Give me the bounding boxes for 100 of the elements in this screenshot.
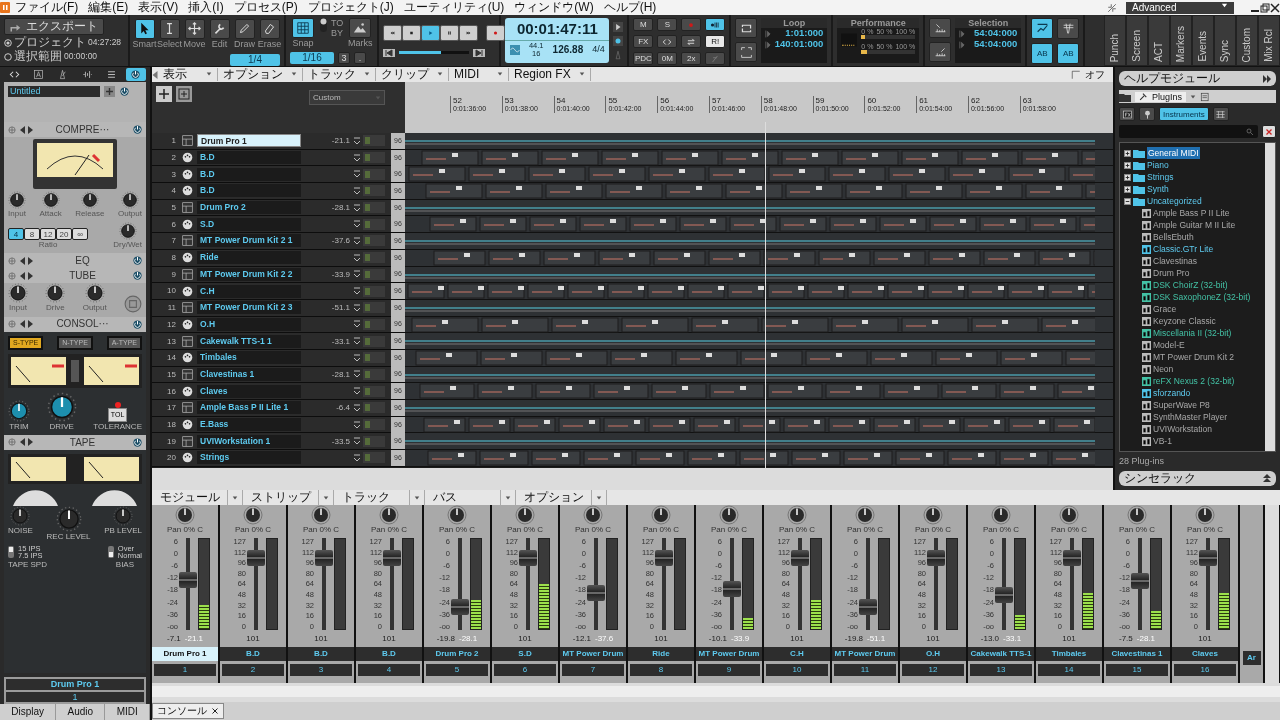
plugin-item[interactable]: Clavestinas	[1153, 255, 1197, 268]
ab-button[interactable]: AB	[1057, 43, 1080, 64]
pan-knob[interactable]	[311, 505, 331, 525]
pan-readout[interactable]: Pan 0% C	[915, 525, 951, 535]
expand-icon[interactable]	[354, 337, 360, 346]
ratio-button[interactable]: 4	[8, 228, 24, 241]
expand-icon[interactable]	[354, 403, 360, 412]
pan-readout[interactable]: Pan 0% C	[507, 525, 543, 535]
filter-button[interactable]	[1119, 107, 1135, 122]
track-name-field[interactable]: UVIWorkstation 1	[197, 434, 301, 448]
previous-icon[interactable]	[20, 125, 25, 134]
volume-readout[interactable]: -33.5	[301, 436, 354, 446]
strip-name[interactable]: S.D	[492, 647, 558, 662]
toggle-switch[interactable]	[8, 546, 14, 559]
strip-name[interactable]: C.H	[764, 647, 830, 662]
selection-start-button[interactable]	[929, 18, 952, 38]
resolution-dropdown[interactable]: 1/4	[230, 54, 280, 66]
strip-name[interactable]: Timbales	[1036, 647, 1102, 662]
pan-readout[interactable]: Pan 0% C	[1187, 525, 1223, 535]
selection-end-button[interactable]	[929, 42, 952, 62]
plugin-item[interactable]: VB-1	[1153, 435, 1172, 448]
expand-icon[interactable]	[1124, 149, 1131, 157]
dotted-button[interactable]: .	[354, 52, 366, 65]
power-icon[interactable]	[132, 124, 143, 135]
volume-readout[interactable]: 101	[790, 634, 804, 644]
volume-readout[interactable]: -19.8	[436, 634, 455, 644]
strip-name[interactable]: MT Power Drum	[696, 647, 762, 662]
volume-readout[interactable]: 101	[1062, 634, 1076, 644]
loop-button[interactable]	[735, 18, 758, 38]
search-field[interactable]	[1119, 125, 1258, 139]
play-icon[interactable]	[613, 21, 624, 32]
track-name-field[interactable]: MT Power Drum Kit 2 3	[197, 301, 301, 315]
folder-icon[interactable]	[1119, 91, 1131, 102]
folder-item[interactable]: Strings	[1147, 171, 1174, 184]
export-button[interactable]: エクスポート	[4, 18, 104, 35]
knob[interactable]	[8, 283, 28, 304]
add-track-icon[interactable]	[156, 86, 172, 102]
knob[interactable]	[118, 222, 137, 241]
menu-item[interactable]: 挿入(I)	[183, 0, 229, 15]
add-icon[interactable]	[104, 86, 115, 97]
browser-tab[interactable]: PlugIns	[1135, 91, 1187, 102]
pan-knob[interactable]	[175, 505, 195, 525]
menu-item[interactable]: プロジェクト(J)	[302, 0, 399, 15]
filter-button[interactable]	[1139, 107, 1155, 122]
knob[interactable]	[120, 191, 139, 209]
go-to-end-icon[interactable]	[473, 48, 486, 57]
power-icon[interactable]	[132, 270, 143, 282]
folder-item[interactable]: Piano	[1147, 159, 1169, 172]
power-icon[interactable]	[119, 86, 130, 97]
fader-handle[interactable]	[247, 549, 265, 566]
track-name-field[interactable]: S.D	[197, 217, 301, 231]
track-name[interactable]: Drum Pro 1	[6, 679, 144, 690]
volume-readout[interactable]: -33.9	[301, 269, 354, 279]
pan-knob[interactable]	[787, 505, 807, 525]
volume-readout[interactable]: -6.4	[301, 403, 354, 413]
snap-edit-button[interactable]	[1031, 18, 1054, 39]
plugin-item[interactable]: Ample Guitar M II Lite	[1153, 219, 1236, 232]
menu-dropdown[interactable]: オプション	[218, 67, 303, 82]
expand-icon[interactable]	[354, 136, 360, 145]
module-tab[interactable]: ACT	[1148, 15, 1170, 66]
module-tab[interactable]: Screen	[1126, 15, 1148, 66]
volume-readout[interactable]: 101	[1198, 634, 1212, 644]
pan-readout[interactable]: Pan 0% C	[779, 525, 815, 535]
plugin-item[interactable]: reFX Nexus 2 (32-bit)	[1153, 375, 1235, 388]
pan-readout[interactable]: Pan 0% C	[1051, 525, 1087, 535]
next-icon[interactable]	[28, 438, 33, 447]
volume-readout[interactable]: -19.8	[844, 634, 863, 644]
restore-icon[interactable]	[1260, 2, 1270, 13]
volume-readout[interactable]: 101	[654, 634, 668, 644]
fader-handle[interactable]	[995, 587, 1013, 604]
position-slider[interactable]	[399, 51, 470, 54]
expand-icon[interactable]	[354, 437, 360, 446]
pan-readout[interactable]: Pan 0% C	[303, 525, 339, 535]
close-icon[interactable]	[1270, 2, 1280, 13]
pan-knob[interactable]	[1195, 505, 1215, 525]
collapse-icon[interactable]	[1124, 197, 1131, 205]
pan-readout[interactable]: Pan 0% C	[847, 525, 883, 535]
offset-button[interactable]	[1057, 18, 1080, 39]
fader-handle[interactable]	[587, 585, 605, 602]
scrollbar[interactable]	[152, 468, 405, 490]
module-tab[interactable]: Markers	[1170, 15, 1192, 66]
expand-icon[interactable]	[354, 186, 360, 195]
pan-readout[interactable]: Pan 0% C	[371, 525, 407, 535]
plugin-item[interactable]: Keyzone Classic	[1153, 315, 1216, 328]
volume-readout[interactable]: -33.1	[301, 336, 354, 346]
track-name-field[interactable]: B.D	[197, 167, 301, 181]
expand-icon[interactable]	[354, 320, 360, 329]
mix-button[interactable]: PDC	[633, 52, 654, 65]
strip-name[interactable]: B.D	[220, 647, 286, 662]
record-dot-icon[interactable]	[613, 35, 624, 46]
volume-readout[interactable]: -37.6	[301, 236, 354, 246]
plugin-item[interactable]: Drum Pro	[1153, 267, 1190, 280]
scrollbar[interactable]	[152, 686, 1280, 697]
plugin-item[interactable]: Model-E	[1153, 339, 1185, 352]
track-name-field[interactable]: Claves	[197, 384, 301, 398]
filter-button[interactable]	[1212, 107, 1229, 122]
track-name-field[interactable]: Strings	[197, 451, 301, 465]
track-name-field[interactable]: MT Power Drum Kit 2 1	[197, 234, 301, 248]
strip-name[interactable]: Ar	[1242, 651, 1261, 665]
track-name-field[interactable]: MT Power Drum Kit 2 2	[197, 267, 301, 281]
